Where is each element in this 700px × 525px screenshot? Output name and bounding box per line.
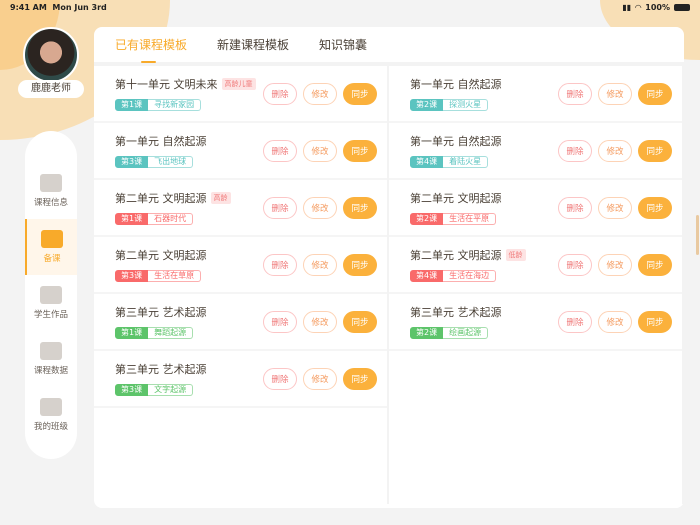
sidebar-item[interactable]: 我的班级 bbox=[25, 387, 77, 443]
battery-icon bbox=[674, 4, 690, 11]
age-badge: 高龄儿童 bbox=[221, 78, 256, 90]
edit-button[interactable]: 修改 bbox=[303, 253, 337, 276]
person-icon bbox=[40, 398, 62, 416]
unit-title: 第二单元 文明起源 bbox=[115, 192, 207, 205]
sync-button[interactable]: 同步 bbox=[343, 367, 377, 390]
delete-button[interactable]: 删除 bbox=[263, 196, 297, 219]
age-badge: 高龄 bbox=[210, 192, 231, 204]
template-column-right: 第一单元 自然起源 第2课 探测火星 删除 修改 同步 第一单元 自然起源 第4课… bbox=[389, 66, 684, 504]
sync-button[interactable]: 同步 bbox=[638, 253, 672, 276]
edit-button[interactable]: 修改 bbox=[303, 310, 337, 333]
template-row: 第二单元 文明起源 第3课 生活在草原 删除 修改 同步 bbox=[94, 237, 387, 294]
delete-button[interactable]: 删除 bbox=[263, 310, 297, 333]
sidebar-item[interactable]: 课程信息 bbox=[25, 163, 77, 219]
edit-button[interactable]: 修改 bbox=[598, 196, 632, 219]
scrollbar[interactable] bbox=[696, 215, 699, 255]
edit-button[interactable]: 修改 bbox=[598, 82, 632, 105]
edit-button[interactable]: 修改 bbox=[598, 139, 632, 162]
delete-button[interactable]: 删除 bbox=[558, 196, 592, 219]
lesson-tag: 第2课 生活在平原 bbox=[410, 213, 497, 225]
lesson-tag: 第1课 舞蹈起源 bbox=[115, 327, 194, 339]
main-card: 已有课程模板 新建课程模板 知识锦囊 第十一单元 文明未来 高龄儿童 第1课 寻找新家园… bbox=[94, 27, 684, 508]
lesson-tag: 第1课 石器时代 bbox=[115, 213, 194, 225]
sync-button[interactable]: 同步 bbox=[638, 139, 672, 162]
signal-icon: ▮▮ bbox=[622, 3, 632, 12]
template-row: 第十一单元 文明未来 高龄儿童 第1课 寻找新家园 删除 修改 同步 bbox=[94, 66, 387, 123]
lesson-tag: 第3课 文字起源 bbox=[115, 384, 194, 396]
unit-title: 第二单元 文明起源 bbox=[410, 192, 502, 205]
sync-button[interactable]: 同步 bbox=[638, 310, 672, 333]
edit-button[interactable]: 修改 bbox=[303, 139, 337, 162]
edit-button[interactable]: 修改 bbox=[598, 253, 632, 276]
lesson-tag: 第4课 生活在海边 bbox=[410, 270, 497, 282]
template-row: 第三单元 艺术起源 第3课 文字起源 删除 修改 同步 bbox=[94, 351, 387, 408]
lesson-tag: 第2课 探测火星 bbox=[410, 99, 489, 111]
unit-title: 第二单元 文明起源 bbox=[410, 249, 502, 262]
delete-button[interactable]: 删除 bbox=[263, 139, 297, 162]
sync-button[interactable]: 同步 bbox=[343, 253, 377, 276]
lesson-tag: 第3课 生活在草原 bbox=[115, 270, 202, 282]
template-row: 第一单元 自然起源 第2课 探测火星 删除 修改 同步 bbox=[389, 66, 682, 123]
delete-button[interactable]: 删除 bbox=[558, 310, 592, 333]
lesson-tag: 第3课 飞出地球 bbox=[115, 156, 194, 168]
user-name: 鹿鹿老师 bbox=[18, 80, 84, 98]
sidebar-item[interactable]: 学生作品 bbox=[25, 275, 77, 331]
tab-bar: 已有课程模板 新建课程模板 知识锦囊 bbox=[94, 27, 684, 66]
unit-title: 第十一单元 文明未来 bbox=[115, 78, 218, 91]
template-row: 第一单元 自然起源 第4课 着陆火星 删除 修改 同步 bbox=[389, 123, 682, 180]
template-row: 第三单元 艺术起源 第1课 舞蹈起源 删除 修改 同步 bbox=[94, 294, 387, 351]
tab[interactable]: 已有课程模板 bbox=[115, 36, 187, 63]
sync-button[interactable]: 同步 bbox=[343, 82, 377, 105]
template-row: 第一单元 自然起源 第3课 飞出地球 删除 修改 同步 bbox=[94, 123, 387, 180]
book-pencil-icon bbox=[41, 230, 63, 248]
status-icons: ▮▮ ◠ 100% bbox=[622, 3, 690, 12]
delete-button[interactable]: 删除 bbox=[558, 253, 592, 276]
tab[interactable]: 知识锦囊 bbox=[319, 36, 367, 53]
delete-button[interactable]: 删除 bbox=[558, 139, 592, 162]
unit-title: 第一单元 自然起源 bbox=[410, 135, 502, 148]
calendar-icon bbox=[40, 174, 62, 192]
delete-button[interactable]: 删除 bbox=[263, 82, 297, 105]
template-row: 第二单元 文明起源 第2课 生活在平原 删除 修改 同步 bbox=[389, 180, 682, 237]
lesson-tag: 第4课 着陆火星 bbox=[410, 156, 489, 168]
age-badge: 低龄 bbox=[505, 249, 526, 261]
template-row: 第二单元 文明起源 高龄 第1课 石器时代 删除 修改 同步 bbox=[94, 180, 387, 237]
unit-title: 第二单元 文明起源 bbox=[115, 249, 207, 262]
unit-title: 第三单元 艺术起源 bbox=[115, 363, 207, 376]
sidebar: 课程信息 备课 学生作品 课程数据 我的班级 bbox=[25, 131, 77, 459]
edit-button[interactable]: 修改 bbox=[303, 196, 337, 219]
avatar[interactable] bbox=[23, 27, 79, 83]
sync-button[interactable]: 同步 bbox=[343, 139, 377, 162]
unit-title: 第一单元 自然起源 bbox=[410, 78, 502, 91]
template-row: 第二单元 文明起源 低龄 第4课 生活在海边 删除 修改 同步 bbox=[389, 237, 682, 294]
edit-button[interactable]: 修改 bbox=[598, 310, 632, 333]
sidebar-item[interactable]: 备课 bbox=[25, 219, 77, 275]
status-time: 9:41 AM Mon Jun 3rd bbox=[10, 3, 107, 12]
sync-button[interactable]: 同步 bbox=[343, 196, 377, 219]
sync-button[interactable]: 同步 bbox=[638, 82, 672, 105]
template-column-left: 第十一单元 文明未来 高龄儿童 第1课 寻找新家园 删除 修改 同步 第一单元 自然… bbox=[94, 66, 389, 504]
sync-button[interactable]: 同步 bbox=[638, 196, 672, 219]
image-icon bbox=[40, 286, 62, 304]
wifi-icon: ◠ bbox=[635, 3, 642, 12]
sync-button[interactable]: 同步 bbox=[343, 310, 377, 333]
unit-title: 第三单元 艺术起源 bbox=[115, 306, 207, 319]
edit-button[interactable]: 修改 bbox=[303, 82, 337, 105]
unit-title: 第三单元 艺术起源 bbox=[410, 306, 502, 319]
unit-title: 第一单元 自然起源 bbox=[115, 135, 207, 148]
delete-button[interactable]: 删除 bbox=[263, 253, 297, 276]
lesson-tag: 第2课 绘画起源 bbox=[410, 327, 489, 339]
sidebar-item[interactable]: 课程数据 bbox=[25, 331, 77, 387]
template-row: 第三单元 艺术起源 第2课 绘画起源 删除 修改 同步 bbox=[389, 294, 682, 351]
delete-button[interactable]: 删除 bbox=[558, 82, 592, 105]
edit-button[interactable]: 修改 bbox=[303, 367, 337, 390]
lesson-tag: 第1课 寻找新家园 bbox=[115, 99, 202, 111]
delete-button[interactable]: 删除 bbox=[263, 367, 297, 390]
tab[interactable]: 新建课程模板 bbox=[217, 36, 289, 53]
chart-icon bbox=[40, 342, 62, 360]
